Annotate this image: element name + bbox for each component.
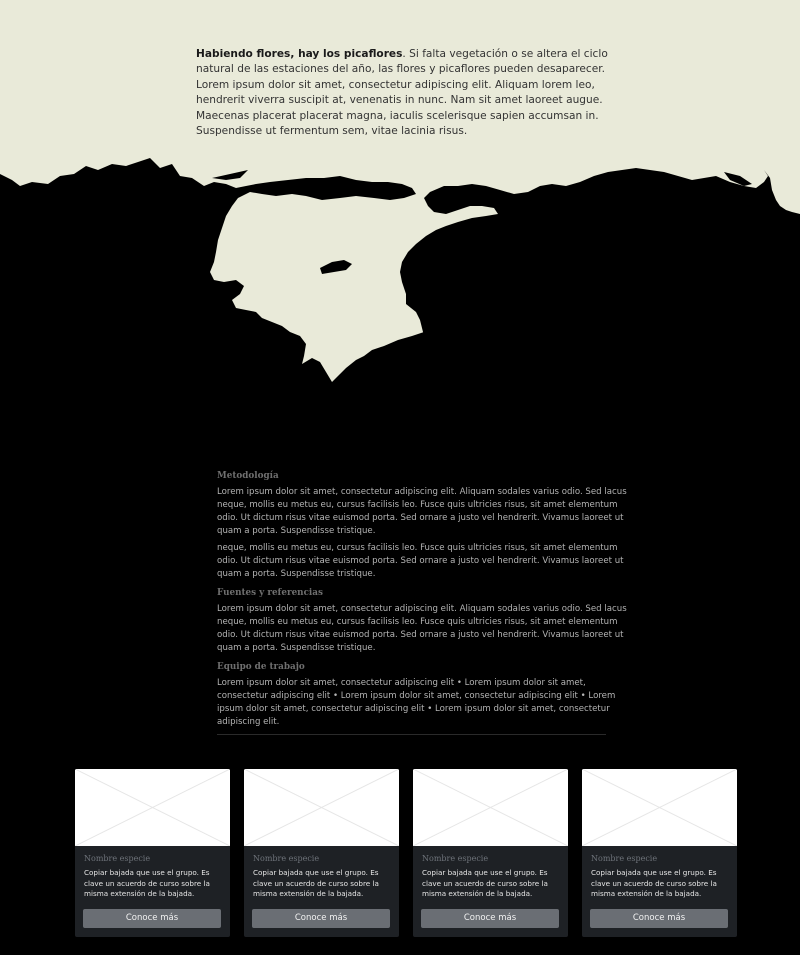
sources-block: Fuentes y referencias Lorem ipsum dolor … bbox=[217, 587, 627, 655]
learn-more-button[interactable]: Conoce más bbox=[421, 909, 559, 928]
methodology-text-1: Lorem ipsum dolor sit amet, consectetur … bbox=[217, 487, 627, 536]
intro-bold-title: Habiendo flores, hay los picaflores bbox=[196, 48, 403, 60]
team-title: Equipo de trabajo bbox=[217, 662, 305, 672]
sources-text: Lorem ipsum dolor sit amet, consectetur … bbox=[217, 604, 627, 653]
methodology-block: Metodología Lorem ipsum dolor sit amet, … bbox=[217, 470, 627, 581]
species-description: Copiar bajada que use el grupo. Es clave… bbox=[253, 868, 379, 898]
learn-more-button[interactable]: Conoce más bbox=[590, 909, 728, 928]
species-card: Nombre especie Copiar bajada que use el … bbox=[413, 769, 568, 937]
species-description: Copiar bajada que use el grupo. Es clave… bbox=[84, 868, 210, 898]
species-cards: Nombre especie Copiar bajada que use el … bbox=[75, 769, 737, 937]
intro-body: . Si falta vegetación o se altera el cic… bbox=[196, 48, 608, 138]
sources-title: Fuentes y referencias bbox=[217, 588, 323, 598]
species-description: Copiar bajada que use el grupo. Es clave… bbox=[422, 868, 548, 898]
image-placeholder-icon bbox=[582, 769, 737, 846]
info-section: Metodología Lorem ipsum dolor sit amet, … bbox=[217, 470, 627, 735]
team-block: Equipo de trabajo Lorem ipsum dolor sit … bbox=[217, 661, 627, 729]
section-divider bbox=[217, 734, 606, 735]
methodology-text-2: neque, mollis eu metus eu, cursus facili… bbox=[217, 543, 624, 579]
species-name: Nombre especie bbox=[422, 854, 489, 863]
species-card: Nombre especie Copiar bajada que use el … bbox=[582, 769, 737, 937]
torn-paper-header: Habiendo flores, hay los picaflores. Si … bbox=[0, 0, 800, 430]
species-description: Copiar bajada que use el grupo. Es clave… bbox=[591, 868, 717, 898]
learn-more-button[interactable]: Conoce más bbox=[83, 909, 221, 928]
intro-paragraph: Habiendo flores, hay los picaflores. Si … bbox=[196, 47, 608, 139]
learn-more-button[interactable]: Conoce más bbox=[252, 909, 390, 928]
methodology-title: Metodología bbox=[217, 471, 279, 481]
image-placeholder-icon bbox=[413, 769, 568, 846]
species-name: Nombre especie bbox=[253, 854, 320, 863]
team-text: Lorem ipsum dolor sit amet, consectetur … bbox=[217, 678, 616, 727]
species-card: Nombre especie Copiar bajada que use el … bbox=[75, 769, 230, 937]
species-name: Nombre especie bbox=[591, 854, 658, 863]
image-placeholder-icon bbox=[75, 769, 230, 846]
species-name: Nombre especie bbox=[84, 854, 151, 863]
image-placeholder-icon bbox=[244, 769, 399, 846]
species-card: Nombre especie Copiar bajada que use el … bbox=[244, 769, 399, 937]
